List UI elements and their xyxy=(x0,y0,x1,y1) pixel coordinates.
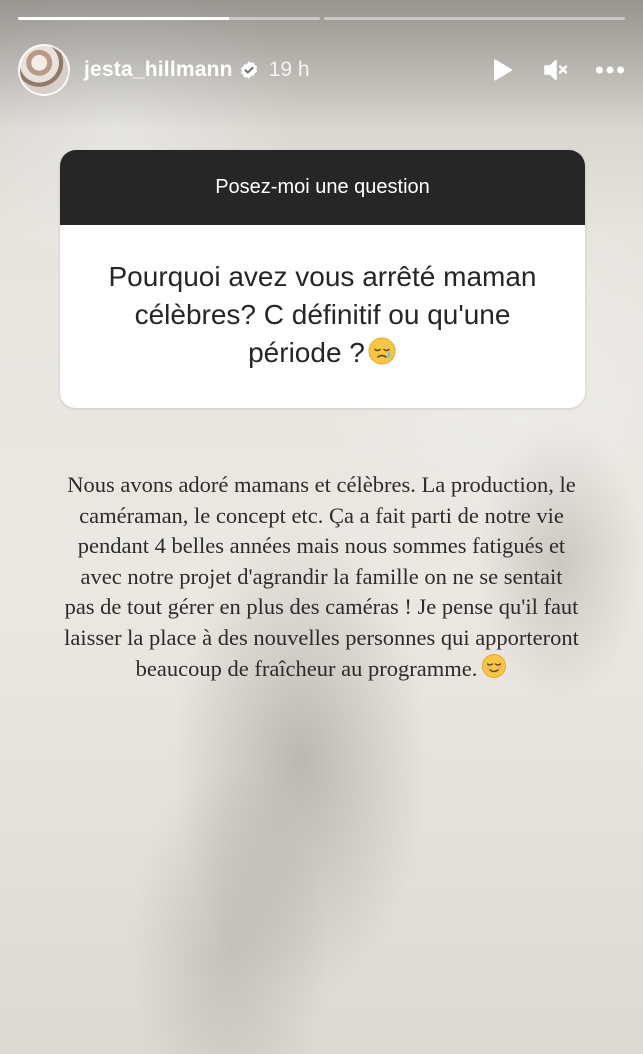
story-controls xyxy=(487,55,625,85)
question-sticker-title: Posez-moi une question xyxy=(60,150,585,225)
question-line-last: période ? xyxy=(248,334,397,376)
answer-line: laisser la place à des nouvelles personn… xyxy=(64,624,579,650)
story-progress-bar xyxy=(18,17,625,20)
question-text: Pourquoi avez vous arrêté maman célèbres… xyxy=(60,225,585,408)
question-sticker[interactable]: Posez-moi une question Pourquoi avez vou… xyxy=(60,150,585,408)
question-line: célèbres? C définitif ou qu'une xyxy=(134,298,511,330)
progress-segment xyxy=(18,17,320,20)
answer-line: caméraman, le concept etc. Ça a fait par… xyxy=(79,502,564,528)
play-icon[interactable] xyxy=(487,55,517,85)
relieved-face-icon xyxy=(481,653,507,688)
answer-line: Nous avons adoré mamans et célèbres. La … xyxy=(67,472,576,497)
answer-line: avec notre projet d'agrandir la famille … xyxy=(80,563,563,589)
answer-line-last: beaucoup de fraîcheur au programme. xyxy=(24,653,619,688)
story-viewer[interactable]: jesta_hillmann 19 h Posez-moi une questi… xyxy=(0,0,643,1054)
progress-segment-fill xyxy=(18,17,230,20)
mute-icon[interactable] xyxy=(541,55,571,85)
answer-line: beaucoup de fraîcheur au programme. xyxy=(135,656,478,681)
story-header: jesta_hillmann 19 h xyxy=(18,42,625,98)
post-time: 19 h xyxy=(268,58,310,81)
question-line: Pourquoi avez vous arrêté maman xyxy=(108,260,537,292)
answer-text: Nous avons adoré mamans et célèbres. La … xyxy=(24,470,619,688)
username[interactable]: jesta_hillmann xyxy=(84,58,233,82)
question-line: période ? xyxy=(248,336,365,368)
crying-face-icon xyxy=(367,336,397,376)
progress-segment xyxy=(323,17,625,20)
more-icon[interactable] xyxy=(595,55,625,85)
answer-line: pas de tout gérer en plus des caméras ! … xyxy=(64,594,579,619)
verified-badge-icon xyxy=(239,60,259,80)
avatar[interactable] xyxy=(18,44,70,96)
answer-line: pendant 4 belles années mais nous sommes… xyxy=(77,533,566,558)
